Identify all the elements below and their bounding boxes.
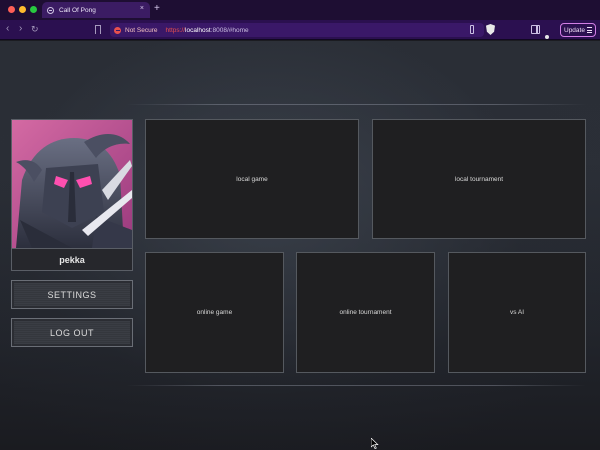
back-icon[interactable]: ‹: [6, 23, 9, 34]
browser-tab-bar: Call Of Pong × +: [0, 0, 600, 20]
top-divider: [126, 104, 586, 105]
url-scheme: https://: [165, 26, 186, 34]
new-tab-button[interactable]: +: [154, 3, 160, 14]
url-path: :8008/#home: [210, 26, 249, 34]
url-host: localhost: [185, 26, 211, 34]
local-game-label: local game: [236, 175, 268, 183]
mouse-cursor-icon: [371, 438, 379, 449]
reader-mode-icon[interactable]: [470, 25, 474, 34]
online-game-card[interactable]: online game: [145, 252, 284, 373]
logout-button[interactable]: LOG OUT: [11, 318, 133, 347]
maximize-window-icon[interactable]: [30, 6, 37, 13]
not-secure-icon: [114, 26, 121, 34]
username-label: pekka: [12, 248, 132, 270]
sidebar-toggle-icon[interactable]: [531, 25, 540, 34]
home-page: pekka SETTINGS LOG OUT local game local …: [0, 41, 600, 450]
local-game-card[interactable]: local game: [145, 119, 359, 239]
online-tournament-label: online tournament: [339, 309, 392, 316]
globe-icon: [47, 6, 54, 14]
tab-close-icon[interactable]: ×: [140, 5, 144, 12]
security-label[interactable]: Not Secure: [125, 27, 158, 34]
online-tournament-card[interactable]: online tournament: [296, 252, 435, 373]
online-game-label: online game: [196, 309, 233, 316]
brave-shield-icon[interactable]: [486, 24, 495, 35]
bottom-divider: [126, 385, 586, 386]
wallet-icon[interactable]: [545, 26, 554, 57]
forward-icon[interactable]: ›: [19, 23, 22, 34]
menu-icon: [587, 27, 592, 35]
update-label: Update: [564, 26, 585, 34]
settings-button[interactable]: SETTINGS: [11, 280, 133, 309]
profile-card: pekka: [11, 119, 133, 271]
local-tournament-card[interactable]: local tournament: [372, 119, 586, 239]
local-tournament-label: local tournament: [454, 175, 504, 183]
bookmark-icon[interactable]: [95, 25, 101, 34]
close-window-icon[interactable]: [8, 6, 15, 13]
browser-toolbar: ‹ › ↻ Not Secure https:// localhost :800…: [0, 20, 600, 57]
vs-ai-card[interactable]: vs AI: [448, 252, 586, 373]
minimize-window-icon[interactable]: [19, 6, 26, 13]
pekka-avatar-image: [12, 120, 132, 248]
tab-title: Call Of Pong: [59, 6, 96, 14]
vs-ai-label: vs AI: [509, 309, 525, 316]
update-button[interactable]: Update: [560, 23, 596, 37]
address-bar[interactable]: Not Secure https:// localhost :8008/#hom…: [110, 23, 484, 37]
avatar[interactable]: [12, 120, 132, 248]
reload-icon[interactable]: ↻: [31, 24, 39, 35]
browser-tab[interactable]: Call Of Pong ×: [42, 2, 150, 18]
